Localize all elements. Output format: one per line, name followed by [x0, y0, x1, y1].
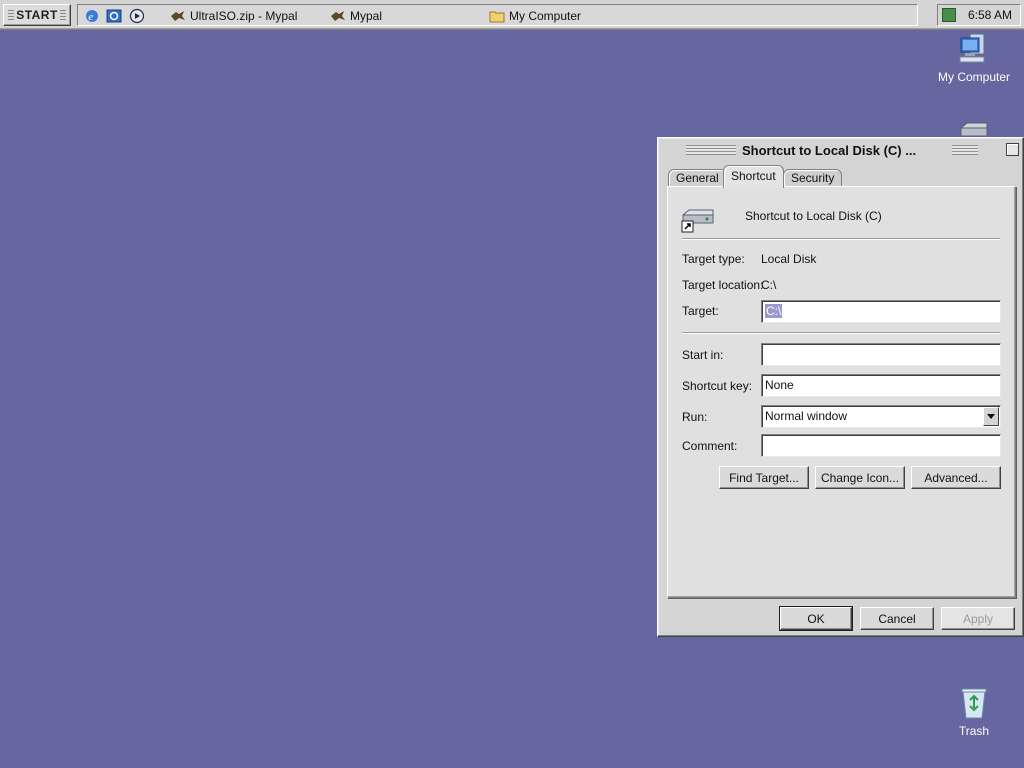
- task-area: e UltraISO.zip - Mypal Mypal My Computer: [77, 4, 918, 26]
- desktop-icon-label: My Computer: [937, 70, 1011, 84]
- mypal-icon: [330, 9, 346, 23]
- target-location-label: Target location:: [682, 278, 764, 292]
- dialog-title: Shortcut to Local Disk (C) ...: [742, 142, 917, 158]
- target-field[interactable]: C:\: [761, 300, 1001, 323]
- cancel-button[interactable]: Cancel: [860, 607, 934, 630]
- change-icon-button[interactable]: Change Icon...: [815, 466, 905, 489]
- desktop-icon-drive[interactable]: [934, 120, 1014, 138]
- start-grip-right: [59, 10, 66, 20]
- shortcut-tab-panel: Shortcut to Local Disk (C) Target type: …: [667, 186, 1016, 598]
- comment-label: Comment:: [682, 439, 738, 453]
- my-computer-icon: [957, 32, 991, 66]
- target-label: Target:: [682, 304, 719, 318]
- internet-explorer-icon[interactable]: e: [84, 8, 100, 24]
- start-label: START: [16, 8, 58, 22]
- tab-shortcut[interactable]: Shortcut: [723, 165, 784, 188]
- tab-security[interactable]: Security: [783, 169, 843, 187]
- tab-label: Shortcut: [731, 169, 776, 183]
- target-type-label: Target type:: [682, 252, 745, 266]
- clock[interactable]: 6:58 AM: [968, 8, 1012, 22]
- chevron-down-icon[interactable]: [983, 407, 999, 426]
- separator: [682, 332, 1000, 334]
- apply-button[interactable]: Apply: [941, 607, 1015, 630]
- target-value-selected: C:\: [765, 304, 783, 318]
- find-target-button[interactable]: Find Target...: [719, 466, 809, 489]
- ok-button[interactable]: OK: [779, 606, 853, 631]
- target-location-value: C:\: [761, 278, 777, 292]
- media-player-icon[interactable]: [129, 8, 145, 24]
- shortcut-name: Shortcut to Local Disk (C): [745, 209, 882, 223]
- mypal-icon: [170, 9, 186, 23]
- run-select[interactable]: Normal window: [761, 405, 1001, 428]
- tab-general[interactable]: General: [668, 169, 727, 187]
- title-stripes-right: [952, 145, 979, 155]
- start-button[interactable]: START: [3, 4, 71, 26]
- drive-icon: [957, 120, 991, 138]
- shortcut-key-field[interactable]: None: [761, 374, 1001, 397]
- shortcut-key-label: Shortcut key:: [682, 379, 753, 393]
- task-button-my-computer[interactable]: My Computer: [489, 6, 581, 25]
- start-grip-left: [8, 10, 15, 20]
- tab-label: General: [676, 171, 719, 185]
- taskbar: START e UltraISO.zip - Mypal Mypal My Co…: [0, 0, 1024, 30]
- tab-label: Security: [791, 171, 835, 185]
- task-label: My Computer: [509, 8, 582, 23]
- svg-text:e: e: [88, 11, 93, 23]
- start-in-label: Start in:: [682, 348, 724, 362]
- task-button-mypal[interactable]: Mypal: [330, 6, 382, 25]
- shortcut-properties-dialog: Shortcut to Local Disk (C) ... General S…: [657, 137, 1024, 637]
- desktop-icon-trash[interactable]: Trash: [934, 686, 1014, 738]
- title-stripes-left: [686, 145, 736, 155]
- desktop-icon-label: Trash: [958, 724, 990, 738]
- recycle-bin-icon: [959, 686, 989, 720]
- shortcut-drive-icon: [681, 207, 715, 233]
- comment-field[interactable]: [761, 434, 1001, 457]
- system-tray: 6:58 AM: [937, 4, 1021, 26]
- task-label: UltraISO.zip - Mypal: [190, 8, 298, 23]
- outlook-express-icon[interactable]: [106, 8, 122, 24]
- network-icon[interactable]: [942, 8, 956, 22]
- separator: [682, 238, 1000, 240]
- run-label: Run:: [682, 410, 708, 424]
- task-label: Mypal: [350, 8, 383, 23]
- folder-icon: [489, 9, 505, 23]
- close-button[interactable]: [1006, 143, 1019, 156]
- advanced-button[interactable]: Advanced...: [911, 466, 1001, 489]
- start-in-field[interactable]: [761, 343, 1001, 366]
- task-button-ultraiso[interactable]: UltraISO.zip - Mypal: [170, 6, 297, 25]
- title-bar[interactable]: Shortcut to Local Disk (C) ...: [660, 140, 1021, 160]
- desktop-icon-my-computer[interactable]: My Computer: [934, 32, 1014, 84]
- target-type-value: Local Disk: [761, 252, 817, 266]
- run-selected-value: Normal window: [765, 409, 848, 423]
